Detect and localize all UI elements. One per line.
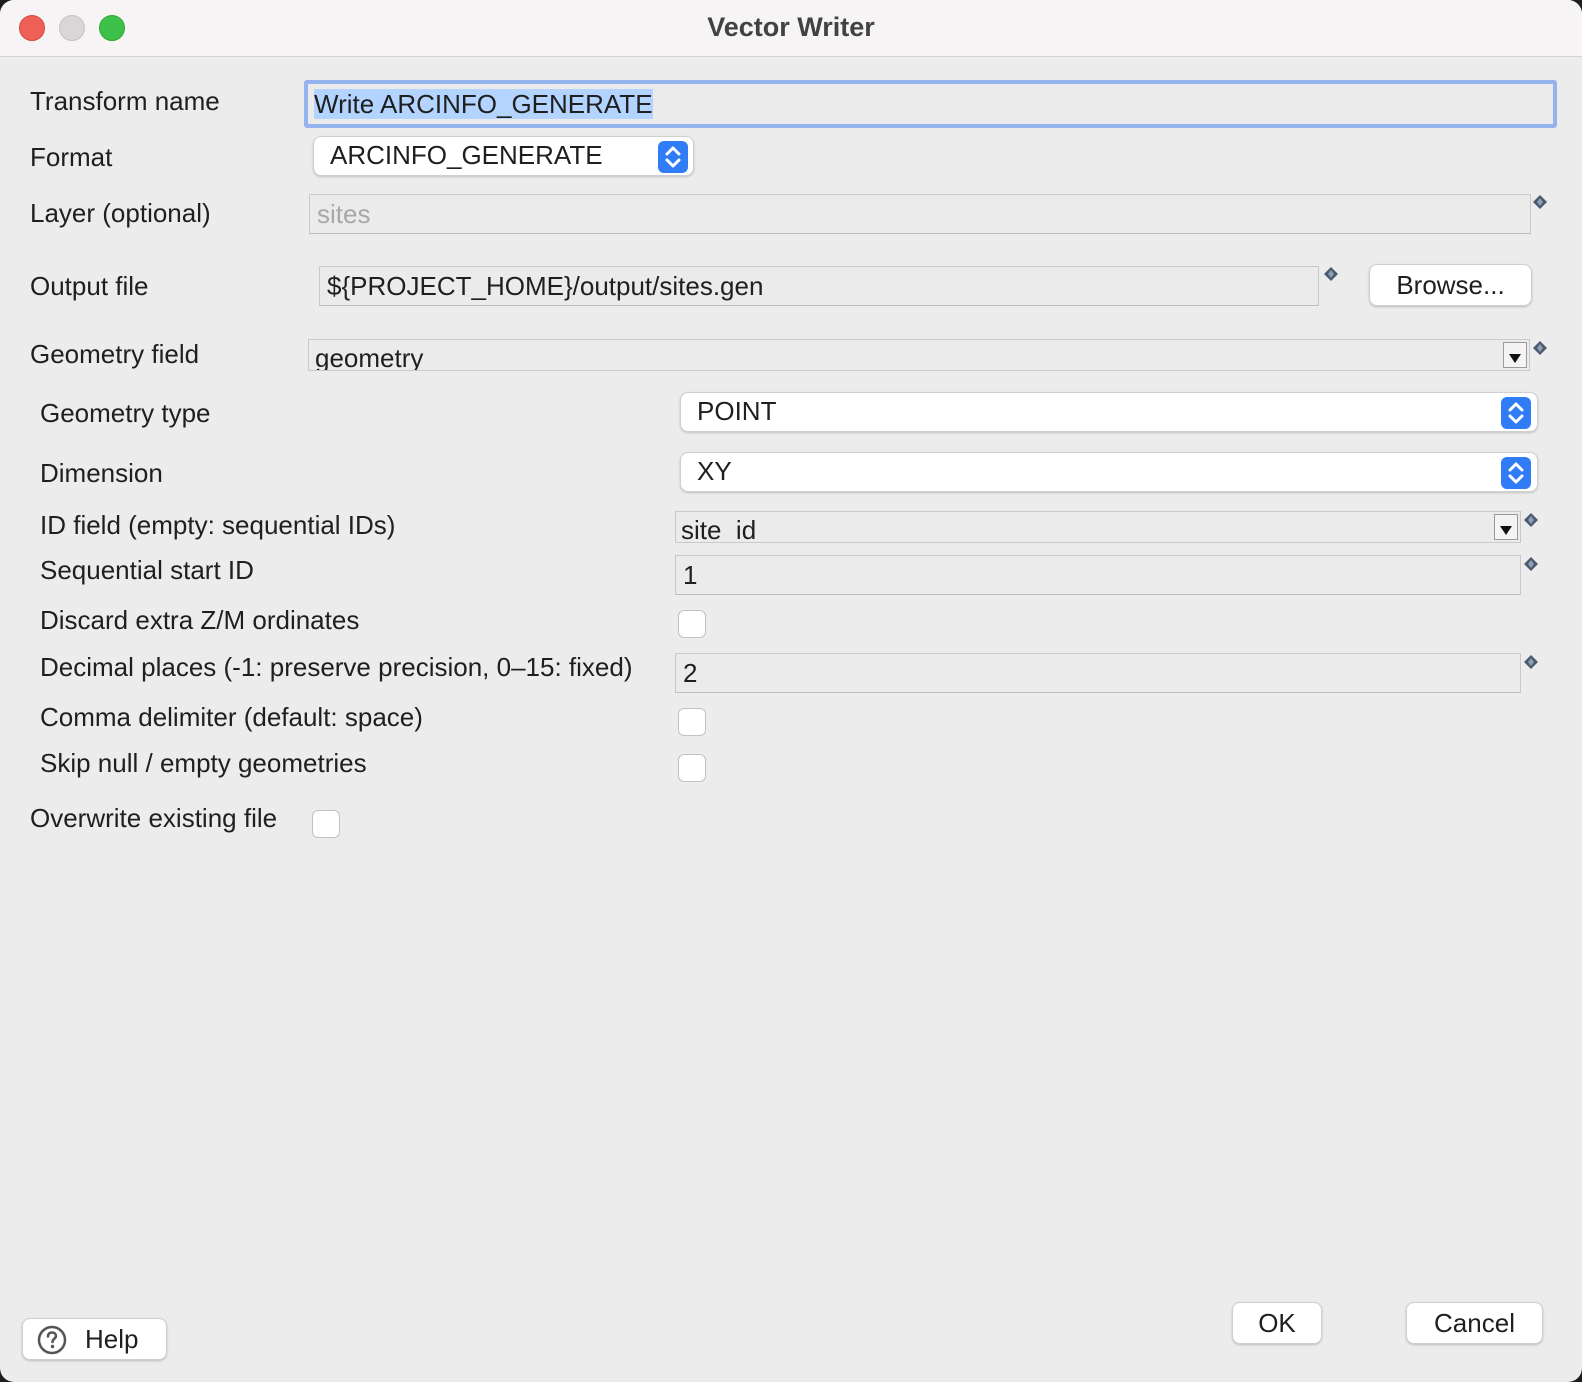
data-defined-override-icon[interactable] <box>1532 194 1548 210</box>
window-title: Vector Writer <box>707 12 875 42</box>
comma-delimiter-checkbox[interactable] <box>678 708 706 736</box>
format-value: ARCINFO_GENERATE <box>330 140 603 170</box>
help-label: Help <box>85 1324 139 1354</box>
skip-null-label: Skip null / empty geometries <box>40 748 367 778</box>
decimal-places-value: 2 <box>683 658 698 688</box>
discard-zm-checkbox[interactable] <box>678 610 706 638</box>
decimal-places-label: Decimal places (-1: preserve precision, … <box>40 652 633 682</box>
data-defined-override-icon[interactable] <box>1523 654 1539 670</box>
help-button[interactable]: Help <box>22 1318 167 1360</box>
ok-button[interactable]: OK <box>1232 1302 1322 1344</box>
id-field-value: site_id <box>681 515 757 543</box>
id-field-label: ID field (empty: sequential IDs) <box>40 510 396 540</box>
help-icon <box>37 1325 67 1355</box>
dimension-value: XY <box>697 456 732 486</box>
browse-button[interactable]: Browse... <box>1369 264 1532 306</box>
overwrite-label: Overwrite existing file <box>30 803 278 833</box>
layer-label: Layer (optional) <box>30 198 211 228</box>
skip-null-checkbox[interactable] <box>678 754 706 782</box>
format-select[interactable]: ARCINFO_GENERATE <box>313 136 694 176</box>
start-id-label: Sequential start ID <box>40 555 254 585</box>
format-label: Format <box>30 142 113 172</box>
overwrite-checkbox[interactable] <box>312 810 340 838</box>
data-defined-override-icon[interactable] <box>1523 512 1539 528</box>
dimension-label: Dimension <box>40 458 163 488</box>
start-id-input[interactable]: 1 <box>675 555 1521 595</box>
vector-writer-dialog: Vector Writer Transform name Write ARCIN… <box>0 0 1582 1382</box>
output-file-value: ${PROJECT_HOME}/output/sites.gen <box>327 271 764 301</box>
geometry-field-value: geometry <box>315 343 424 371</box>
start-id-value: 1 <box>683 560 698 590</box>
data-defined-override-icon[interactable] <box>1323 266 1339 282</box>
cancel-button[interactable]: Cancel <box>1406 1302 1543 1344</box>
transform-name-label: Transform name <box>30 86 220 116</box>
chevron-down-icon <box>1503 342 1527 368</box>
transform-name-value: Write ARCINFO_GENERATE <box>314 89 653 119</box>
id-field-combo[interactable]: site_id <box>675 511 1521 543</box>
decimal-places-input[interactable]: 2 <box>675 653 1521 693</box>
title-bar: Vector Writer <box>0 0 1582 57</box>
data-defined-override-icon[interactable] <box>1532 340 1548 356</box>
geometry-field-combo[interactable]: geometry <box>308 339 1530 371</box>
data-defined-override-icon[interactable] <box>1523 556 1539 572</box>
dimension-updown-icon <box>1501 457 1531 489</box>
geometry-type-updown-icon <box>1501 397 1531 429</box>
geometry-field-label: Geometry field <box>30 339 200 369</box>
geometry-type-select[interactable]: POINT <box>680 392 1538 432</box>
format-updown-icon <box>658 141 688 173</box>
discard-zm-label: Discard extra Z/M ordinates <box>40 605 360 635</box>
layer-placeholder: sites <box>317 199 371 229</box>
output-file-input[interactable]: ${PROJECT_HOME}/output/sites.gen <box>319 266 1319 306</box>
comma-delimiter-label: Comma delimiter (default: space) <box>40 702 423 732</box>
dimension-select[interactable]: XY <box>680 452 1538 492</box>
output-file-label: Output file <box>30 271 149 301</box>
geometry-type-label: Geometry type <box>40 398 211 428</box>
layer-input[interactable]: sites <box>309 194 1531 234</box>
geometry-type-value: POINT <box>697 396 777 426</box>
transform-name-input[interactable]: Write ARCINFO_GENERATE <box>304 80 1557 128</box>
chevron-down-icon <box>1494 514 1518 540</box>
